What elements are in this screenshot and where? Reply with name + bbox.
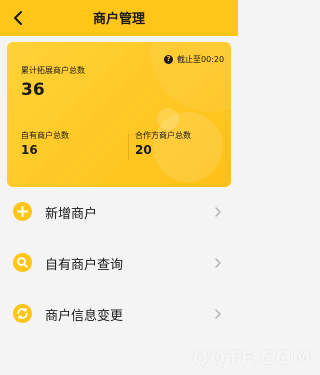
divider [128,134,129,160]
menu-item-query-merchant[interactable]: 自有商户查询 [0,239,238,289]
question-icon[interactable]: ? [164,55,173,64]
search-icon [13,253,32,272]
own-merchants-label: 自有商户总数 [21,131,69,140]
refresh-icon [13,304,32,323]
partner-merchants-label: 合作方商户总数 [135,131,191,140]
menu-item-add-merchant[interactable]: 新增商户 [0,188,238,238]
chevron-right-icon [215,258,221,268]
partner-merchants-value: 20 [135,143,152,157]
menu-item-label: 新增商户 [45,207,98,222]
own-merchants-value: 16 [21,143,38,157]
chevron-right-icon [215,309,221,319]
menu-item-label: 自有商户查询 [45,258,124,273]
page-title: 商户管理 [92,12,145,27]
header-bar: 商户管理 [0,0,238,36]
menu-item-label: 商户信息变更 [45,309,124,324]
chevron-right-icon [215,207,221,217]
deadline-text: 截止至00:20 [177,55,225,64]
decor-circle [157,108,179,130]
total-merchants-label: 累计拓展商户总数 [21,66,85,75]
merchant-summary-card: ? 截止至00:20 累计拓展商户总数 36 自有商户总数 16 合作方商户总数… [7,42,231,187]
total-merchants-value: 36 [21,80,45,100]
watermark: QQTF.COM [192,347,312,369]
decor-circle [151,42,231,112]
menu-item-change-merchant-info[interactable]: 商户信息变更 [0,290,238,340]
add-icon [13,202,32,221]
